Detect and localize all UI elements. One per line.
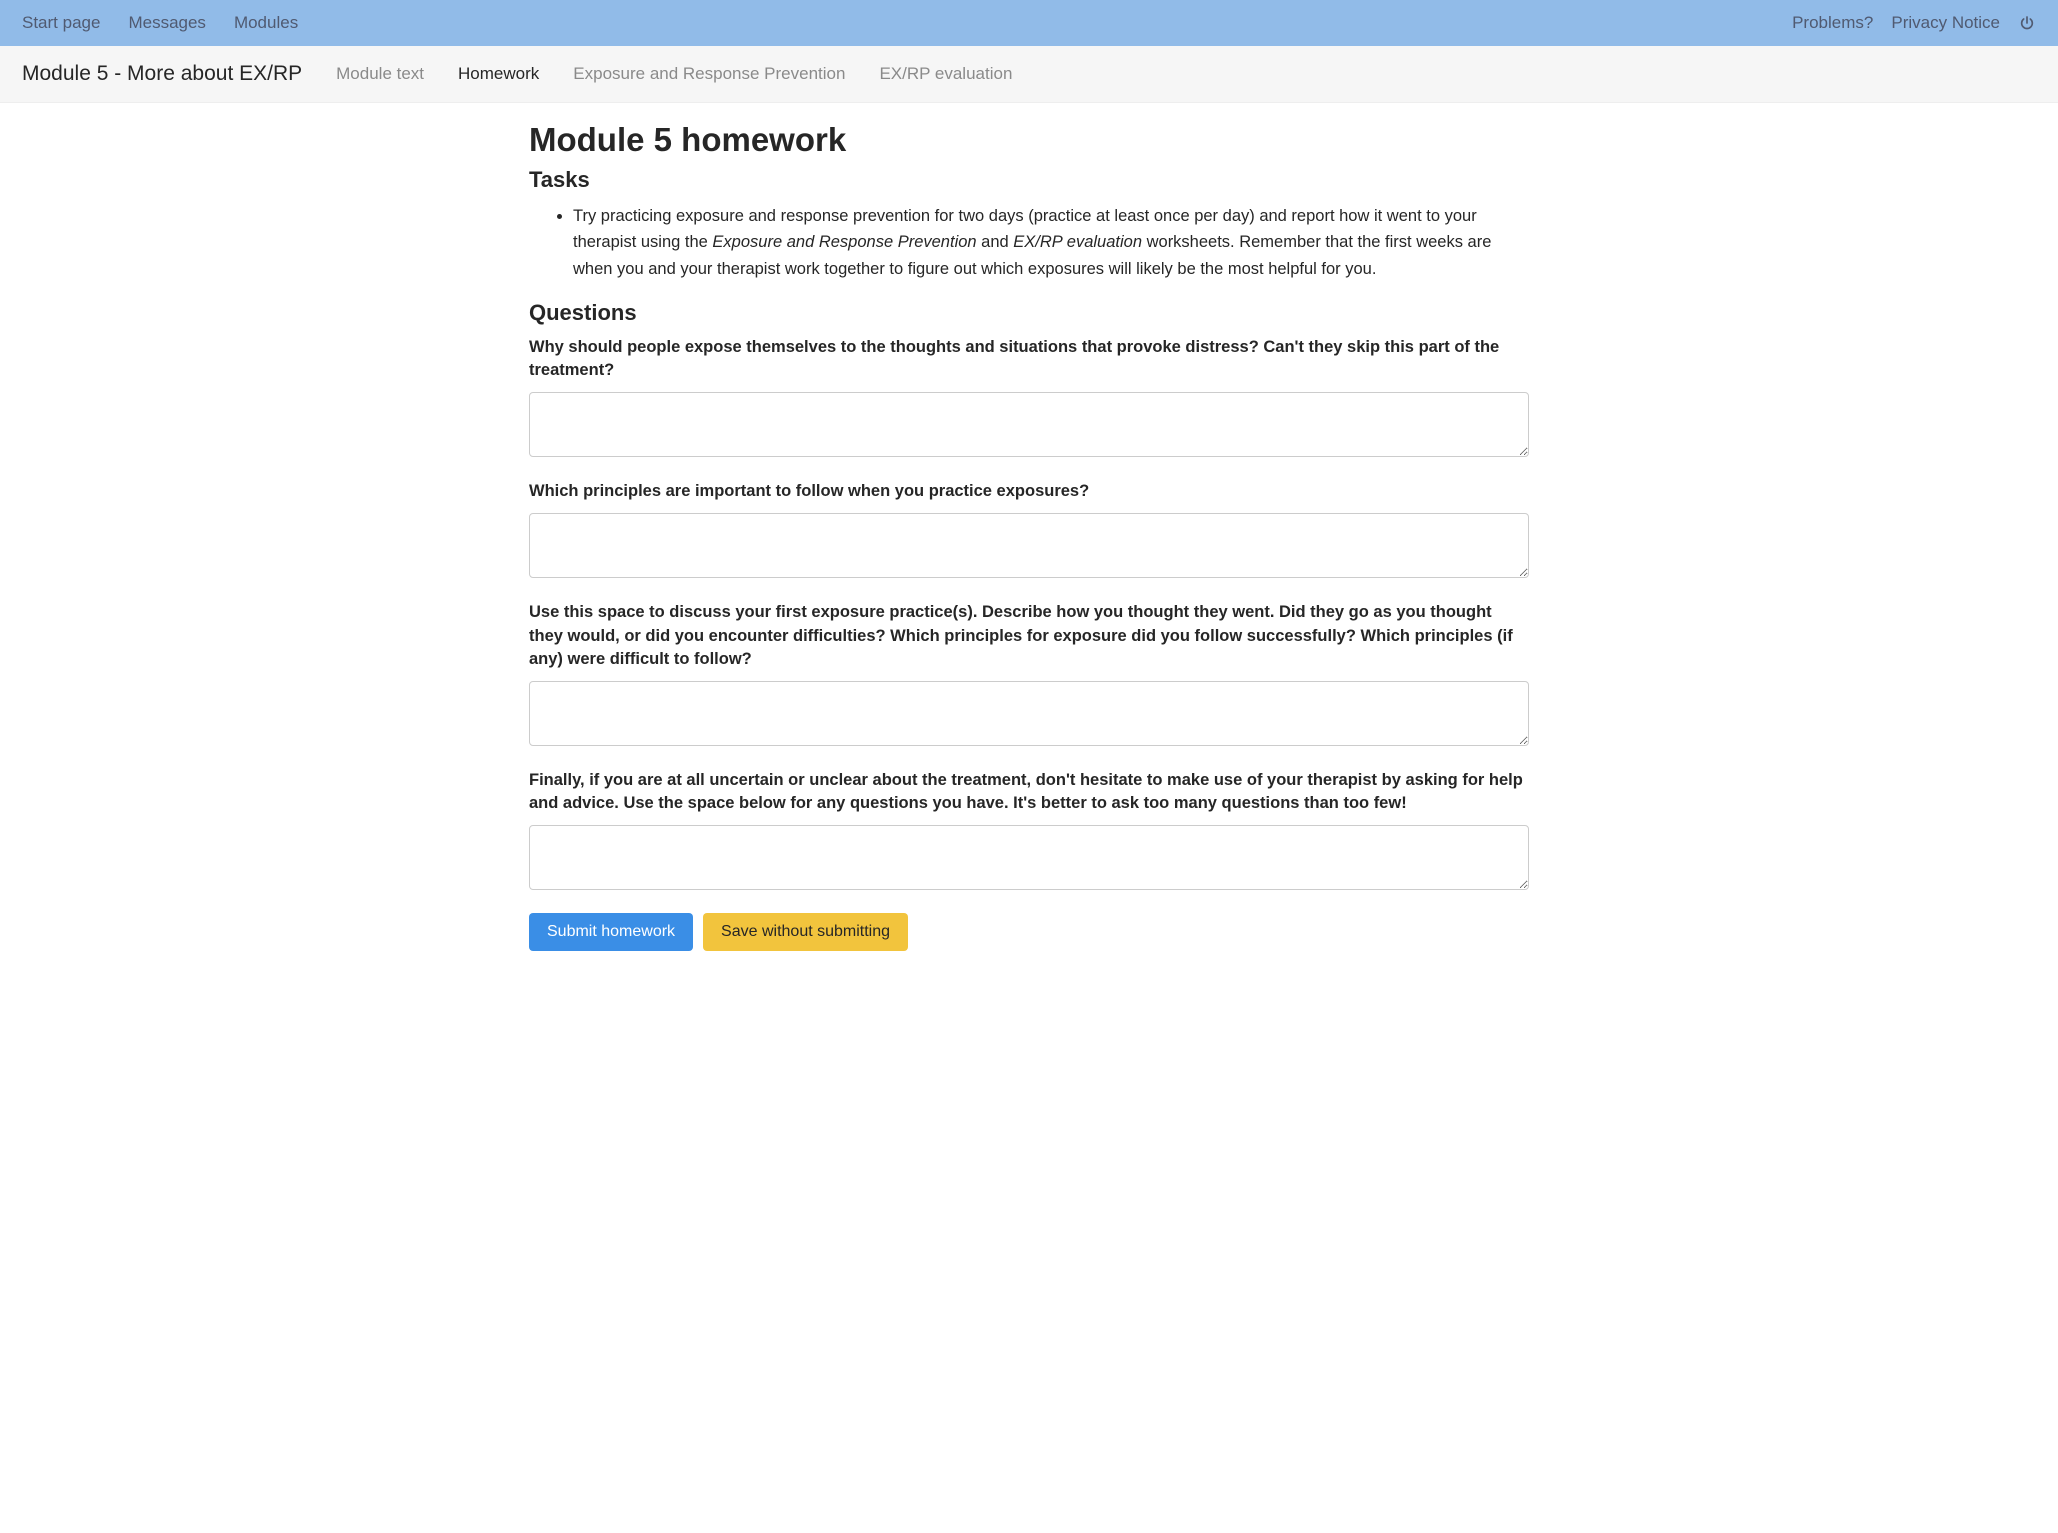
task-em-2: EX/RP evaluation (1013, 233, 1142, 251)
top-nav: Start page Messages Modules Problems? Pr… (0, 0, 2058, 46)
question-block-3: Use this space to discuss your first exp… (529, 601, 1529, 750)
question-input-1[interactable] (529, 392, 1529, 457)
top-nav-left: Start page Messages Modules (22, 13, 298, 33)
question-label-2: Which principles are important to follow… (529, 480, 1529, 503)
questions-section: Questions Why should people expose thems… (529, 300, 1529, 951)
sub-nav: Module 5 - More about EX/RP Module text … (0, 46, 2058, 103)
submit-homework-button[interactable]: Submit homework (529, 913, 693, 951)
tab-homework[interactable]: Homework (458, 64, 539, 84)
save-without-submitting-button[interactable]: Save without submitting (703, 913, 908, 951)
top-nav-right: Problems? Privacy Notice (1792, 13, 2036, 33)
tab-exposure-response-prevention[interactable]: Exposure and Response Prevention (573, 64, 845, 84)
tab-module-text[interactable]: Module text (336, 64, 424, 84)
module-title: Module 5 - More about EX/RP (22, 62, 302, 86)
power-icon[interactable] (2018, 14, 2036, 32)
tasks-heading: Tasks (529, 167, 1529, 193)
nav-modules[interactable]: Modules (234, 13, 298, 33)
question-label-4: Finally, if you are at all uncertain or … (529, 769, 1529, 815)
question-input-4[interactable] (529, 825, 1529, 890)
task-em-1: Exposure and Response Prevention (712, 233, 976, 251)
questions-heading: Questions (529, 300, 1529, 326)
nav-messages[interactable]: Messages (128, 13, 205, 33)
page-title: Module 5 homework (529, 121, 1529, 159)
nav-problems[interactable]: Problems? (1792, 13, 1873, 33)
nav-start-page[interactable]: Start page (22, 13, 100, 33)
question-input-2[interactable] (529, 513, 1529, 578)
task-item: Try practicing exposure and response pre… (573, 203, 1529, 282)
question-block-2: Which principles are important to follow… (529, 480, 1529, 583)
question-block-4: Finally, if you are at all uncertain or … (529, 769, 1529, 895)
tasks-list: Try practicing exposure and response pre… (529, 203, 1529, 282)
tasks-section: Tasks Try practicing exposure and respon… (529, 167, 1529, 282)
button-row: Submit homework Save without submitting (529, 913, 1529, 951)
question-label-3: Use this space to discuss your first exp… (529, 601, 1529, 670)
question-input-3[interactable] (529, 681, 1529, 746)
question-block-1: Why should people expose themselves to t… (529, 336, 1529, 462)
question-label-1: Why should people expose themselves to t… (529, 336, 1529, 382)
tab-exrp-evaluation[interactable]: EX/RP evaluation (879, 64, 1012, 84)
task-and: and (977, 233, 1014, 251)
content: Module 5 homework Tasks Try practicing e… (509, 103, 1549, 991)
nav-privacy-notice[interactable]: Privacy Notice (1891, 13, 2000, 33)
